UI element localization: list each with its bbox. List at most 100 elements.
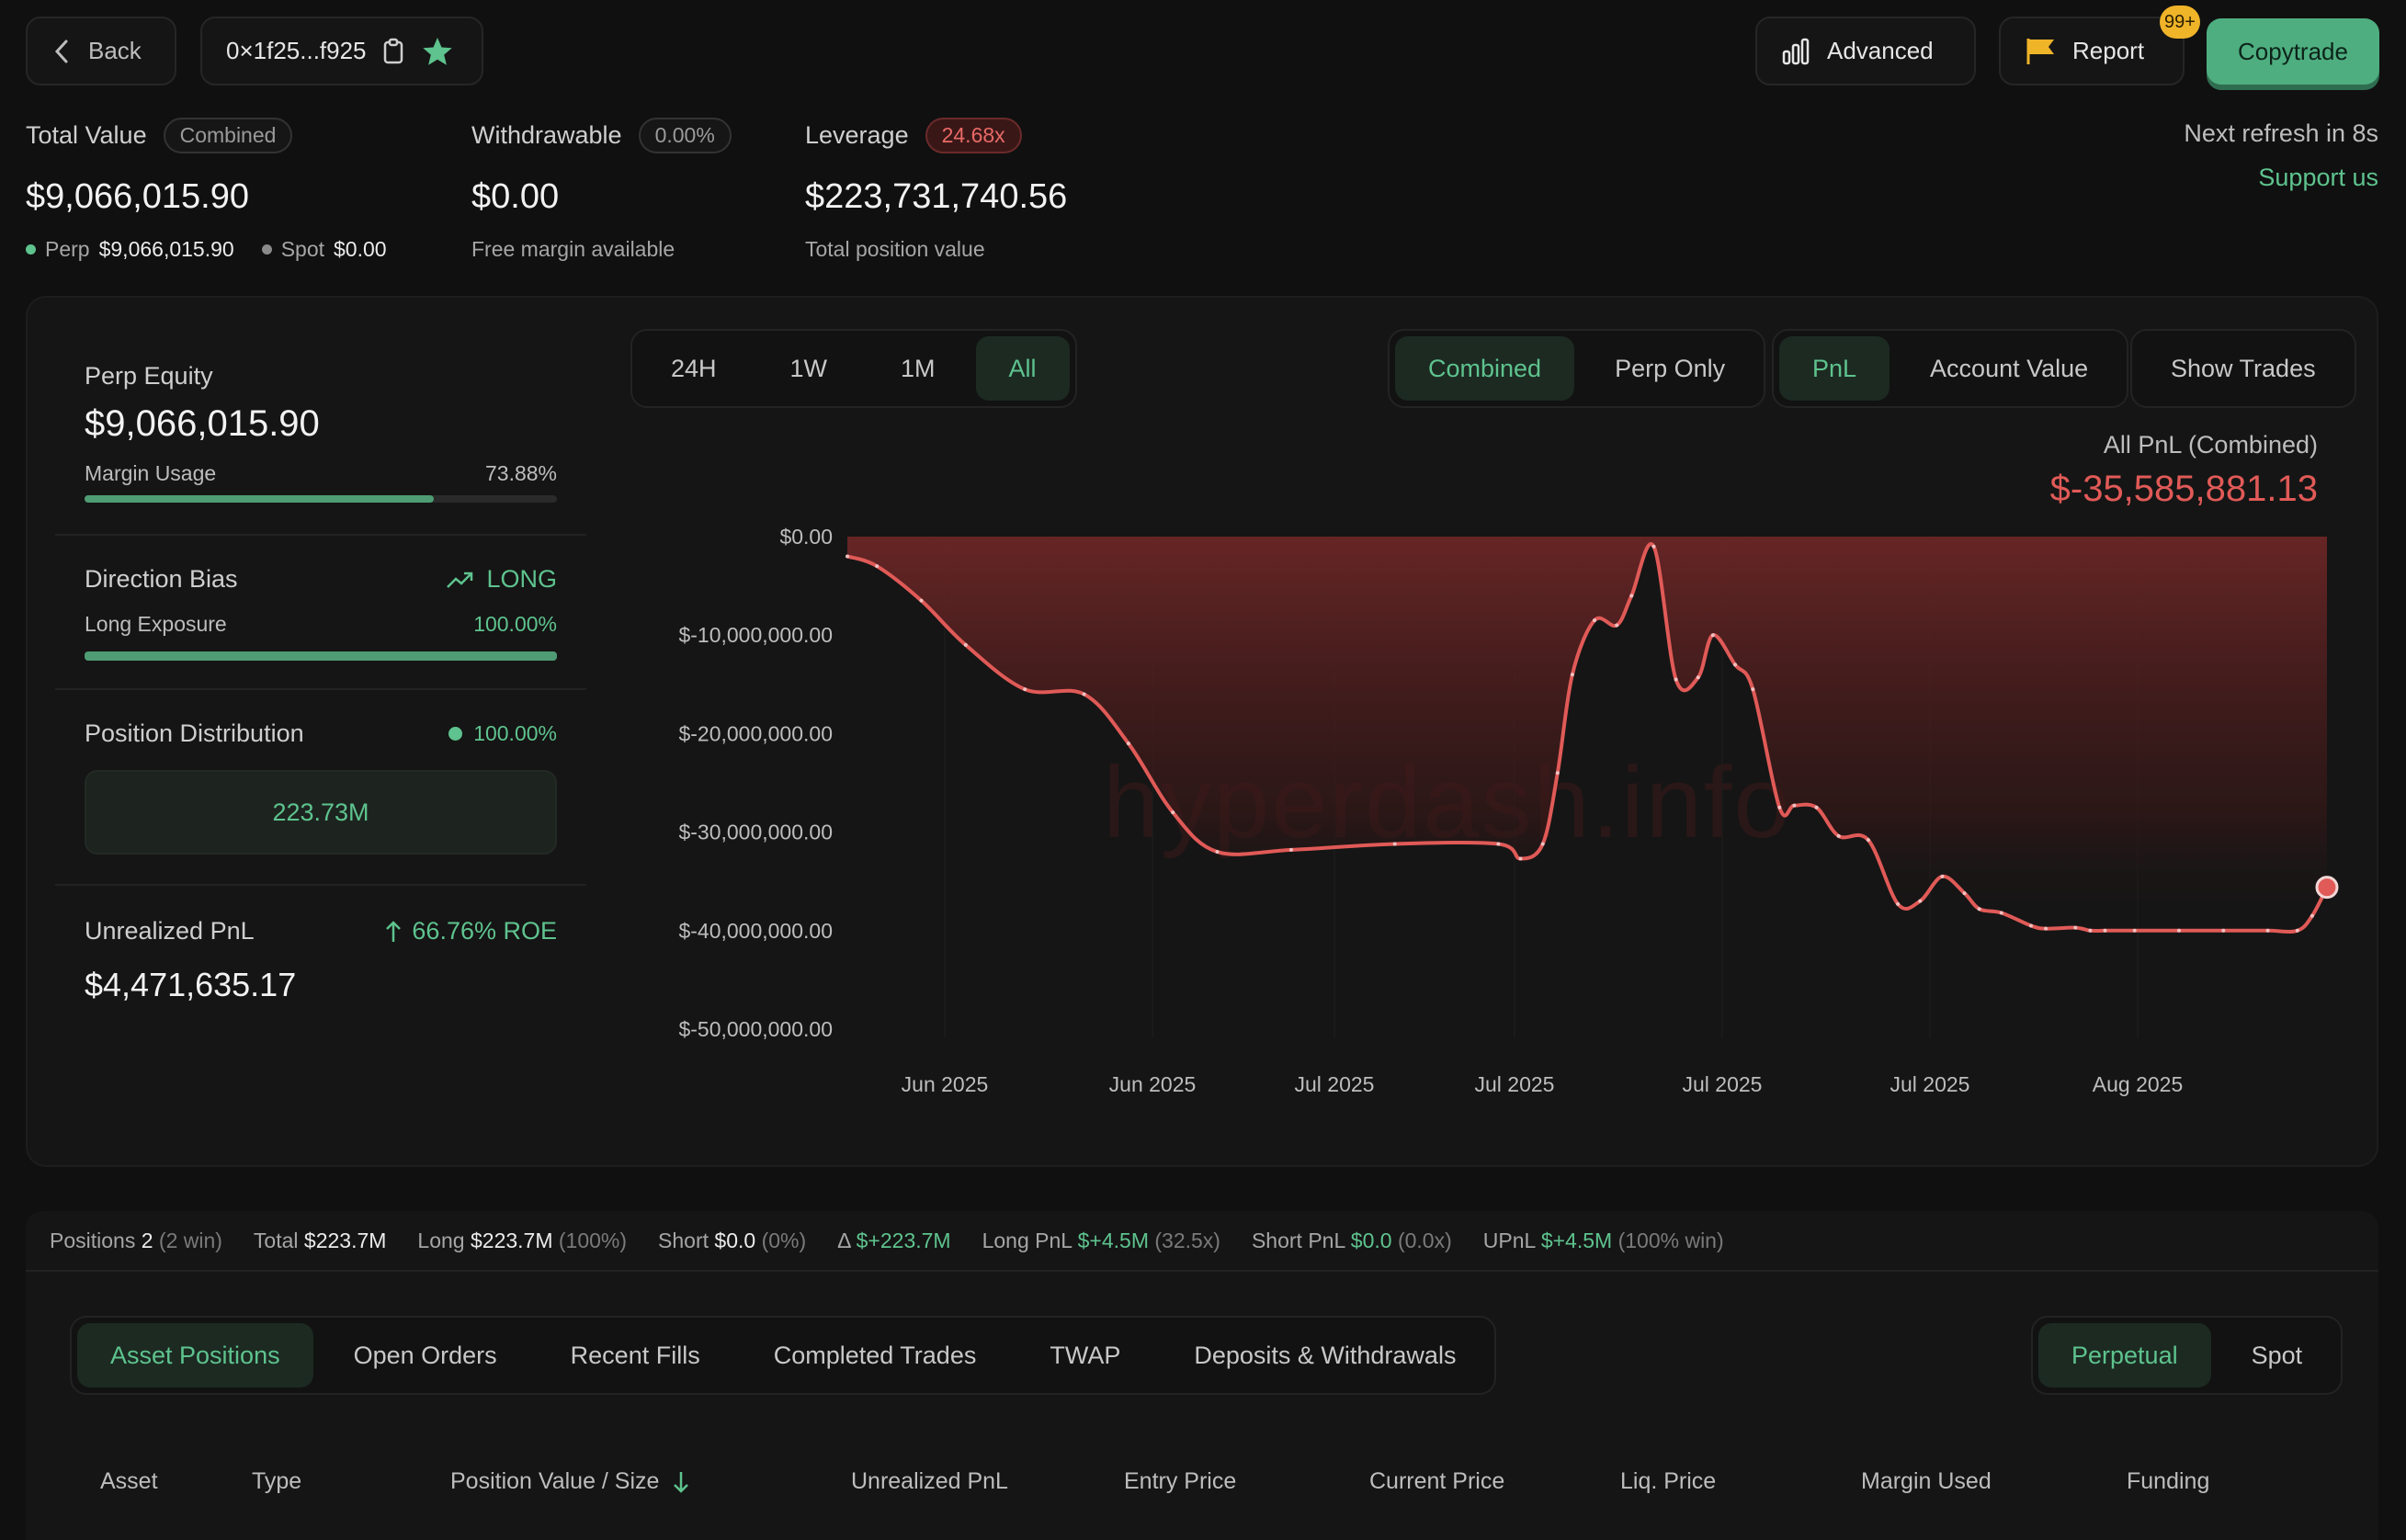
perp-equity-value: $9,066,015.90 xyxy=(85,403,320,444)
col-funding[interactable]: Funding xyxy=(2127,1468,2209,1495)
position-dist-label: Position Distribution xyxy=(85,719,304,747)
col-unrealized-pnl[interactable]: Unrealized PnL xyxy=(851,1468,1008,1495)
spot-label: Spot xyxy=(280,237,325,261)
stat-longpnl-label: Long PnL xyxy=(982,1228,1072,1252)
col-entry-price[interactable]: Entry Price xyxy=(1124,1468,1236,1495)
report-badge: 99+ xyxy=(2160,6,2200,39)
stat-shortpnl-label: Short PnL xyxy=(1251,1228,1345,1252)
back-button[interactable]: Back xyxy=(26,17,176,85)
range-tabs: 24H 1W 1M All xyxy=(630,329,1077,408)
stat-delta-value: $+223.7M xyxy=(856,1228,951,1252)
col-current-price[interactable]: Current Price xyxy=(1369,1468,1504,1495)
stat-longpnl-value: $+4.5M xyxy=(1077,1228,1149,1252)
overview-panel: Perp Equity $9,066,015.90 Margin Usage 7… xyxy=(26,296,2378,1167)
chevron-left-icon xyxy=(54,40,68,62)
long-exposure-value: 100.00% xyxy=(473,612,557,636)
direction-value: LONG xyxy=(486,565,557,593)
copytrade-button[interactable]: Copytrade xyxy=(2207,18,2379,85)
tab-perpetual[interactable]: Perpetual xyxy=(2038,1323,2211,1387)
tab-perp-only[interactable]: Perp Only xyxy=(1582,336,1758,401)
wallet-address-chip: 0×1f25...f925 xyxy=(200,17,483,85)
stat-delta-label: Δ xyxy=(837,1228,851,1252)
position-dist-box[interactable]: 223.73M xyxy=(85,770,557,855)
copy-icon[interactable] xyxy=(381,38,405,65)
tab-all[interactable]: All xyxy=(975,336,1070,401)
tab-account-value[interactable]: Account Value xyxy=(1897,336,2121,401)
perp-dot-icon xyxy=(26,244,36,255)
leverage-sub: Total position value xyxy=(805,237,985,261)
watermark: hyperdash.info xyxy=(1103,746,1792,859)
col-type[interactable]: Type xyxy=(252,1468,301,1495)
margin-usage-label: Margin Usage xyxy=(85,461,217,485)
tab-asset-positions[interactable]: Asset Positions xyxy=(77,1323,313,1387)
support-link[interactable]: Support us xyxy=(2258,164,2378,192)
tab-twap[interactable]: TWAP xyxy=(1016,1323,1153,1387)
stat-long-note: (100%) xyxy=(558,1228,628,1252)
margin-usage-value: 73.88% xyxy=(484,461,557,485)
long-exposure-label: Long Exposure xyxy=(85,612,227,636)
upnl-roe: 66.76% ROE xyxy=(412,917,557,945)
tab-1w[interactable]: 1W xyxy=(757,336,861,401)
arrow-up-icon xyxy=(386,920,402,942)
stat-positions-note: (2 win) xyxy=(158,1228,222,1252)
long-exposure-fill xyxy=(85,651,557,661)
star-icon[interactable] xyxy=(420,35,455,68)
tab-recent-fills[interactable]: Recent Fills xyxy=(538,1323,733,1387)
spot-value: $0.00 xyxy=(334,237,387,261)
dist-dot-icon xyxy=(448,727,463,741)
stat-short-value: $0.0 xyxy=(714,1228,756,1252)
col-asset[interactable]: Asset xyxy=(100,1468,158,1495)
report-label: Report xyxy=(2072,37,2145,64)
show-trades-button[interactable]: Show Trades xyxy=(2138,336,2349,401)
scope-tabs: Combined Perp Only xyxy=(1388,329,1766,408)
trend-up-icon xyxy=(447,572,473,588)
tab-1m[interactable]: 1M xyxy=(868,336,969,401)
positions-panel xyxy=(26,1272,2378,1540)
tab-combined[interactable]: Combined xyxy=(1395,336,1575,401)
tab-24h[interactable]: 24H xyxy=(638,336,750,401)
col-liq-price[interactable]: Liq. Price xyxy=(1620,1468,1716,1495)
advanced-button[interactable]: Advanced xyxy=(1755,17,1976,85)
combined-pill[interactable]: Combined xyxy=(163,118,293,153)
col-margin-used[interactable]: Margin Used xyxy=(1861,1468,1992,1495)
upnl-value: $4,471,635.17 xyxy=(85,966,297,1003)
refresh-timer: Next refresh in 8s xyxy=(2184,119,2378,147)
direction-label: Direction Bias xyxy=(85,565,238,593)
stats-column: Perp Equity $9,066,015.90 Margin Usage 7… xyxy=(55,334,586,1004)
position-dist-value: 100.00% xyxy=(473,721,557,745)
stat-long-label: Long xyxy=(417,1228,465,1252)
position-distribution-card: Position Distribution 100.00% 223.73M xyxy=(55,690,586,884)
stat-total-label: Total xyxy=(253,1228,299,1252)
leverage-label: Leverage xyxy=(805,121,909,149)
margin-usage-fill xyxy=(85,495,434,503)
margin-usage-bar xyxy=(85,495,557,503)
tab-completed-trades[interactable]: Completed Trades xyxy=(741,1323,1010,1387)
spot-dot-icon xyxy=(261,244,272,255)
withdrawable-value: $0.00 xyxy=(471,177,560,216)
report-button[interactable]: Report xyxy=(1999,17,2185,85)
stat-shortpnl-note: (0.0x) xyxy=(1397,1228,1452,1252)
direction-card: Direction Bias LONG Long Exposure 100.00… xyxy=(55,536,586,688)
stat-longpnl-note: (32.5x) xyxy=(1154,1228,1220,1252)
back-label: Back xyxy=(88,37,142,64)
tab-deposits-withdrawals[interactable]: Deposits & Withdrawals xyxy=(1161,1323,1489,1387)
col-position-value[interactable]: Position Value / Size xyxy=(450,1468,690,1495)
leverage-value: $223,731,740.56 xyxy=(805,177,1068,216)
leverage-pill: 24.68x xyxy=(925,118,1022,153)
tab-open-orders[interactable]: Open Orders xyxy=(321,1323,530,1387)
perp-equity-label: Perp Equity xyxy=(85,362,213,390)
col-position-value-label: Position Value / Size xyxy=(450,1468,660,1494)
total-value: $9,066,015.90 xyxy=(26,177,250,216)
tab-spot[interactable]: Spot xyxy=(2219,1323,2336,1387)
positions-stats-bar: Positions 2 (2 win) Total $223.7M Long $… xyxy=(26,1211,2378,1272)
perp-equity-card: Perp Equity $9,066,015.90 Margin Usage 7… xyxy=(55,334,586,534)
stat-positions-label: Positions xyxy=(50,1228,136,1252)
total-value-label: Total Value xyxy=(26,121,147,149)
stat-upnl-value: $+4.5M xyxy=(1540,1228,1613,1252)
sort-down-icon xyxy=(674,1471,689,1493)
tab-pnl[interactable]: PnL xyxy=(1779,336,1890,401)
show-trades-toggle: Show Trades xyxy=(2130,329,2356,408)
stat-upnl-note: (100% win) xyxy=(1617,1228,1724,1252)
leverage-section: Leverage 24.68x $223,731,740.56 Total po… xyxy=(805,118,1067,262)
withdrawable-sub: Free margin available xyxy=(471,237,675,261)
